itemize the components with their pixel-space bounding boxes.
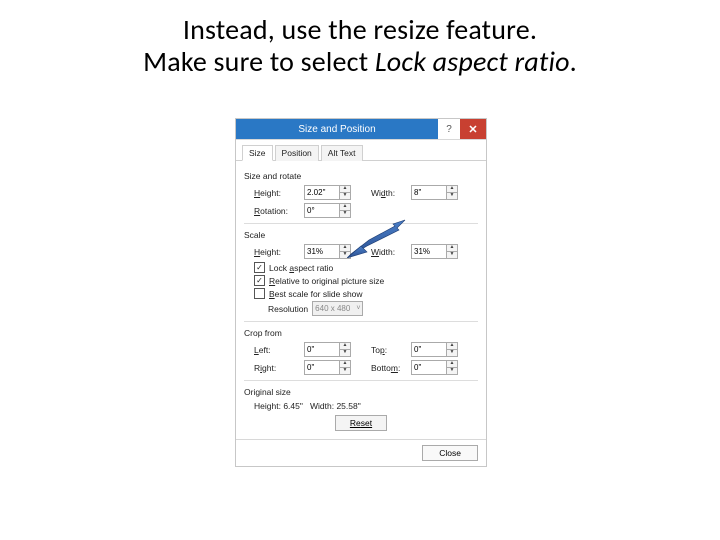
close-icon[interactable]: ✕ bbox=[460, 119, 486, 139]
relative-original-checkbox[interactable]: Relative to original picture size bbox=[254, 275, 478, 286]
label-resolution: Resolution bbox=[268, 304, 308, 314]
label-crop-bottom: Bottom: bbox=[371, 363, 407, 373]
tab-position[interactable]: Position bbox=[275, 145, 319, 161]
best-scale-checkbox[interactable]: Best scale for slide show bbox=[254, 288, 478, 299]
original-size-values: Height: 6.45" Width: 25.58" bbox=[244, 401, 478, 411]
label-crop-right: Right: bbox=[254, 363, 300, 373]
tab-bar: Size Position Alt Text bbox=[236, 140, 486, 161]
lock-aspect-label: Lock aspect ratio bbox=[269, 263, 333, 273]
slide-title: Instead, use the resize feature. Make su… bbox=[0, 0, 720, 78]
checkbox-icon bbox=[254, 262, 265, 273]
group-original-size: Original size bbox=[244, 387, 478, 397]
close-button[interactable]: Close bbox=[422, 445, 478, 461]
best-scale-label: Best scale for slide show bbox=[269, 289, 363, 299]
tab-alt-text[interactable]: Alt Text bbox=[321, 145, 363, 161]
label-width: Width: bbox=[371, 188, 407, 198]
checkbox-icon bbox=[254, 288, 265, 299]
label-scale-width: Width: bbox=[371, 247, 407, 257]
rotation-input[interactable]: ▲▼ bbox=[304, 203, 351, 218]
crop-left-input[interactable]: ▲▼ bbox=[304, 342, 351, 357]
reset-button[interactable]: Reset bbox=[335, 415, 387, 431]
resolution-select: 640 x 480 ˅ bbox=[312, 301, 363, 316]
titlebar: Size and Position ? ✕ bbox=[236, 119, 486, 140]
tab-size[interactable]: Size bbox=[242, 145, 273, 161]
label-crop-left: Left: bbox=[254, 345, 300, 355]
relative-label: Relative to original picture size bbox=[269, 276, 384, 286]
group-size-rotate: Size and rotate bbox=[244, 171, 478, 181]
label-crop-top: Top: bbox=[371, 345, 407, 355]
lock-aspect-ratio-checkbox[interactable]: Lock aspect ratio bbox=[254, 262, 478, 273]
label-height: Height: bbox=[254, 188, 300, 198]
slide-title-line1: Instead, use the resize feature. bbox=[30, 14, 690, 46]
label-rotation: Rotation: bbox=[254, 206, 300, 216]
group-crop-from: Crop from bbox=[244, 328, 478, 338]
size-position-dialog: Size and Position ? ✕ Size Position Alt … bbox=[235, 118, 487, 467]
chevron-down-icon: ˅ bbox=[356, 305, 360, 312]
scale-width-input[interactable]: ▲▼ bbox=[411, 244, 458, 259]
scale-height-input[interactable]: ▲▼ bbox=[304, 244, 351, 259]
crop-right-input[interactable]: ▲▼ bbox=[304, 360, 351, 375]
crop-top-input[interactable]: ▲▼ bbox=[411, 342, 458, 357]
help-button[interactable]: ? bbox=[438, 119, 460, 139]
dialog-title: Size and Position bbox=[236, 119, 438, 139]
height-input[interactable]: ▲▼ bbox=[304, 185, 351, 200]
crop-bottom-input[interactable]: ▲▼ bbox=[411, 360, 458, 375]
width-input[interactable]: ▲▼ bbox=[411, 185, 458, 200]
checkbox-icon bbox=[254, 275, 265, 286]
slide-title-line2: Make sure to select Lock aspect ratio. bbox=[30, 46, 690, 78]
label-scale-height: Height: bbox=[254, 247, 300, 257]
group-scale: Scale bbox=[244, 230, 478, 240]
